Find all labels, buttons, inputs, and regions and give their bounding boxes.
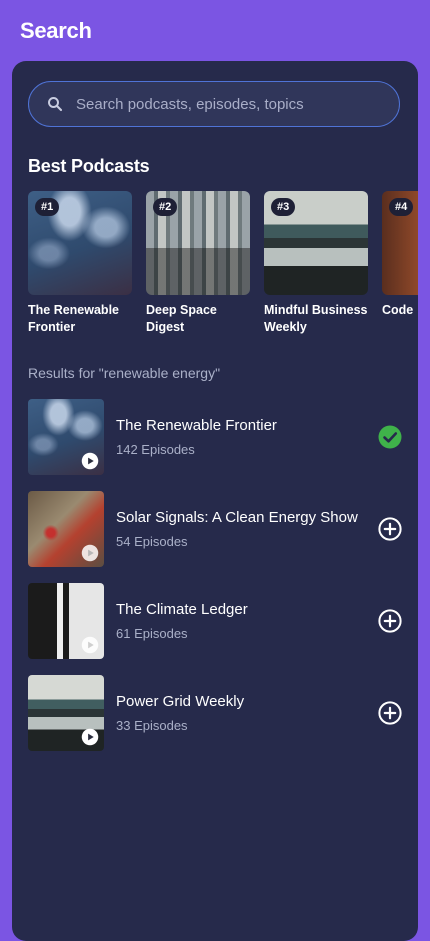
- result-row[interactable]: Power Grid Weekly 33 Episodes: [28, 675, 402, 751]
- add-circle-icon[interactable]: [378, 609, 402, 633]
- results-label: Results for "renewable energy": [28, 365, 221, 381]
- podcast-card[interactable]: #2 Deep Space Digest: [146, 191, 250, 336]
- result-row[interactable]: The Climate Ledger 61 Episodes: [28, 583, 402, 659]
- best-podcasts-carousel[interactable]: #1 The Renewable Frontier #2 Deep Space …: [28, 191, 418, 351]
- podcast-cover-image: #3: [264, 191, 368, 295]
- search-panel: Best Podcasts #1 The Renewable Frontier …: [12, 61, 418, 941]
- episode-count: 33 Episodes: [116, 718, 188, 733]
- result-thumbnail: [28, 583, 104, 659]
- play-icon[interactable]: [81, 544, 99, 562]
- rank-badge: #1: [35, 198, 60, 216]
- podcast-card[interactable]: #1 The Renewable Frontier: [28, 191, 132, 336]
- search-bar[interactable]: [28, 81, 400, 127]
- play-icon[interactable]: [81, 728, 99, 746]
- search-input[interactable]: [76, 95, 399, 113]
- podcast-card[interactable]: #3 Mindful Business Weekly: [264, 191, 368, 336]
- podcast-cover-image: #4: [382, 191, 418, 295]
- best-podcasts-heading: Best Podcasts: [28, 156, 150, 176]
- result-row[interactable]: Solar Signals: A Clean Energy Show 54 Ep…: [28, 491, 402, 567]
- results-list: The Renewable Frontier 142 Episodes Sola…: [28, 399, 402, 767]
- result-thumbnail: [28, 491, 104, 567]
- play-icon[interactable]: [81, 452, 99, 470]
- podcast-cover-image: #2: [146, 191, 250, 295]
- search-icon: [46, 95, 64, 113]
- result-thumbnail: [28, 675, 104, 751]
- rank-badge: #2: [153, 198, 178, 216]
- rank-badge: #4: [389, 198, 414, 216]
- podcast-card[interactable]: #4 Code: [382, 191, 418, 319]
- result-title: The Climate Ledger: [116, 601, 248, 618]
- result-title: Power Grid Weekly: [116, 693, 245, 710]
- podcast-card-title: Mindful Business Weekly: [264, 303, 368, 334]
- result-thumbnail: [28, 399, 104, 475]
- podcast-card-title: The Renewable Frontier: [28, 303, 119, 334]
- result-title: Solar Signals: A Clean Energy Show: [116, 509, 358, 526]
- podcast-card-title: Code: [382, 303, 414, 317]
- check-circle-icon[interactable]: [378, 425, 402, 449]
- podcast-card-title: Deep Space Digest: [146, 303, 217, 334]
- play-icon[interactable]: [81, 636, 99, 654]
- podcast-cover-image: #1: [28, 191, 132, 295]
- add-circle-icon[interactable]: [378, 517, 402, 541]
- page-title: Search: [20, 18, 92, 43]
- add-circle-icon[interactable]: [378, 701, 402, 725]
- result-title: The Renewable Frontier: [116, 417, 277, 434]
- episode-count: 54 Episodes: [116, 534, 188, 549]
- result-row[interactable]: The Renewable Frontier 142 Episodes: [28, 399, 402, 475]
- episode-count: 142 Episodes: [116, 442, 195, 457]
- rank-badge: #3: [271, 198, 296, 216]
- episode-count: 61 Episodes: [116, 626, 188, 641]
